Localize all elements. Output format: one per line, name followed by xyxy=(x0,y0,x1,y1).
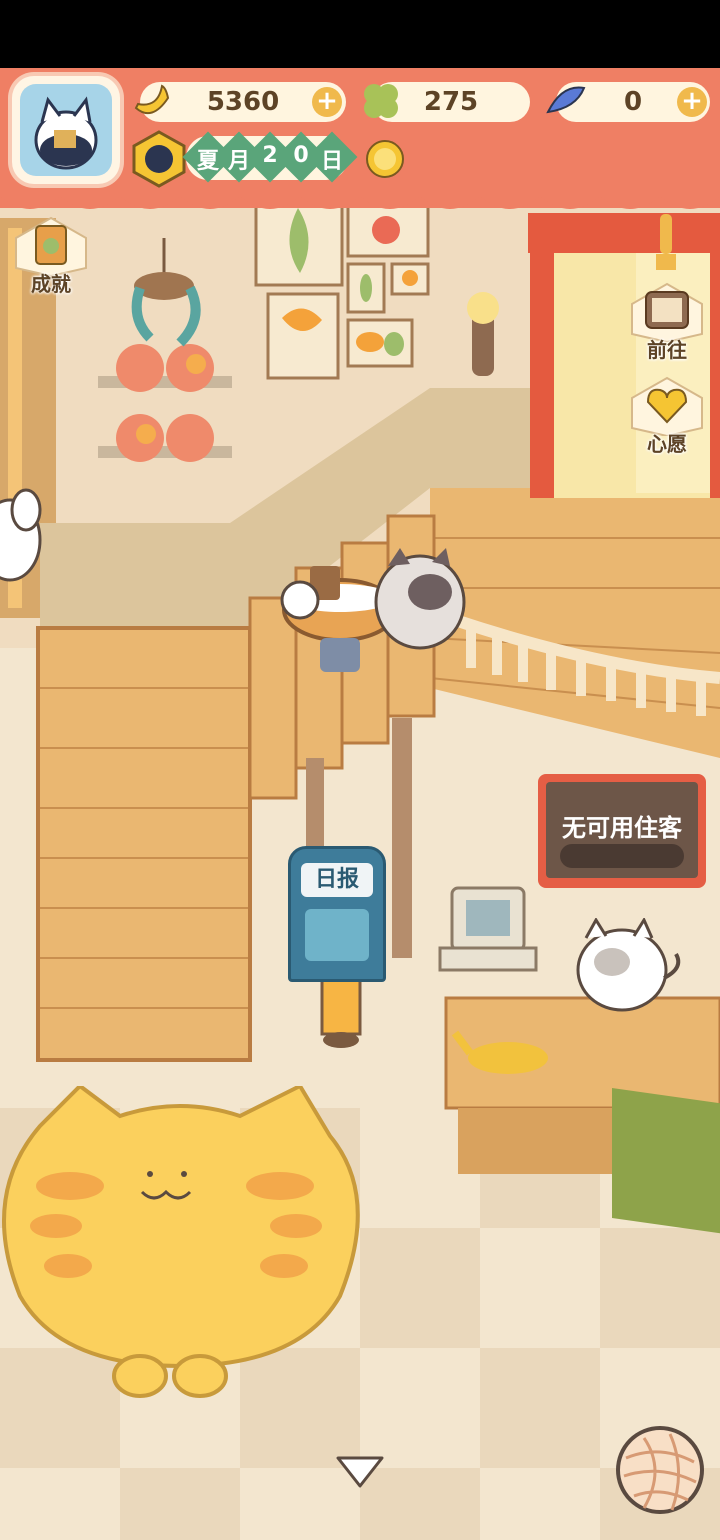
sun-weather-icon[interactable] xyxy=(362,136,408,182)
clover-icon xyxy=(364,84,398,118)
receptionist-cat[interactable] xyxy=(572,918,692,1012)
add-fish-button[interactable]: + xyxy=(677,87,707,117)
newspaper-label: 日报 xyxy=(301,863,373,897)
achievements-button[interactable]: 成就 xyxy=(12,216,90,297)
fish-count: 0 xyxy=(623,87,643,117)
collapse-down-icon[interactable] xyxy=(334,1452,386,1492)
clock-icon[interactable] xyxy=(130,130,188,188)
guest-status-bar xyxy=(560,844,684,868)
cat-avatar-icon xyxy=(34,96,98,170)
clipboard-icon xyxy=(15,216,87,278)
guest-status-text: 无可用住客 xyxy=(562,814,682,842)
wish-button[interactable]: 心愿 xyxy=(628,376,706,457)
yarn-ball-button[interactable] xyxy=(614,1424,706,1516)
cats-in-bathtub[interactable] xyxy=(270,548,480,688)
clover-count: 275 xyxy=(423,87,479,117)
add-bananas-button[interactable]: + xyxy=(312,87,342,117)
status-bar xyxy=(0,0,720,68)
side-bird[interactable] xyxy=(0,470,44,600)
goto-button[interactable]: 前往 xyxy=(628,282,706,363)
heart-book-icon xyxy=(631,376,703,438)
fish-icon xyxy=(546,86,586,114)
newspaper-stand[interactable]: 日报 xyxy=(288,846,386,982)
map-board-icon xyxy=(631,282,703,344)
banner-scallop xyxy=(0,196,720,209)
banana-count: 5360 xyxy=(206,87,280,117)
guest-status-sign[interactable]: 无可用住客 xyxy=(538,774,706,888)
banana-icon xyxy=(134,84,170,115)
newspaper-cat-icon xyxy=(305,909,369,961)
big-orange-cat[interactable] xyxy=(0,1086,380,1400)
door-tassel xyxy=(656,214,676,270)
date-day: 日 xyxy=(320,149,343,174)
player-avatar[interactable] xyxy=(12,76,120,184)
